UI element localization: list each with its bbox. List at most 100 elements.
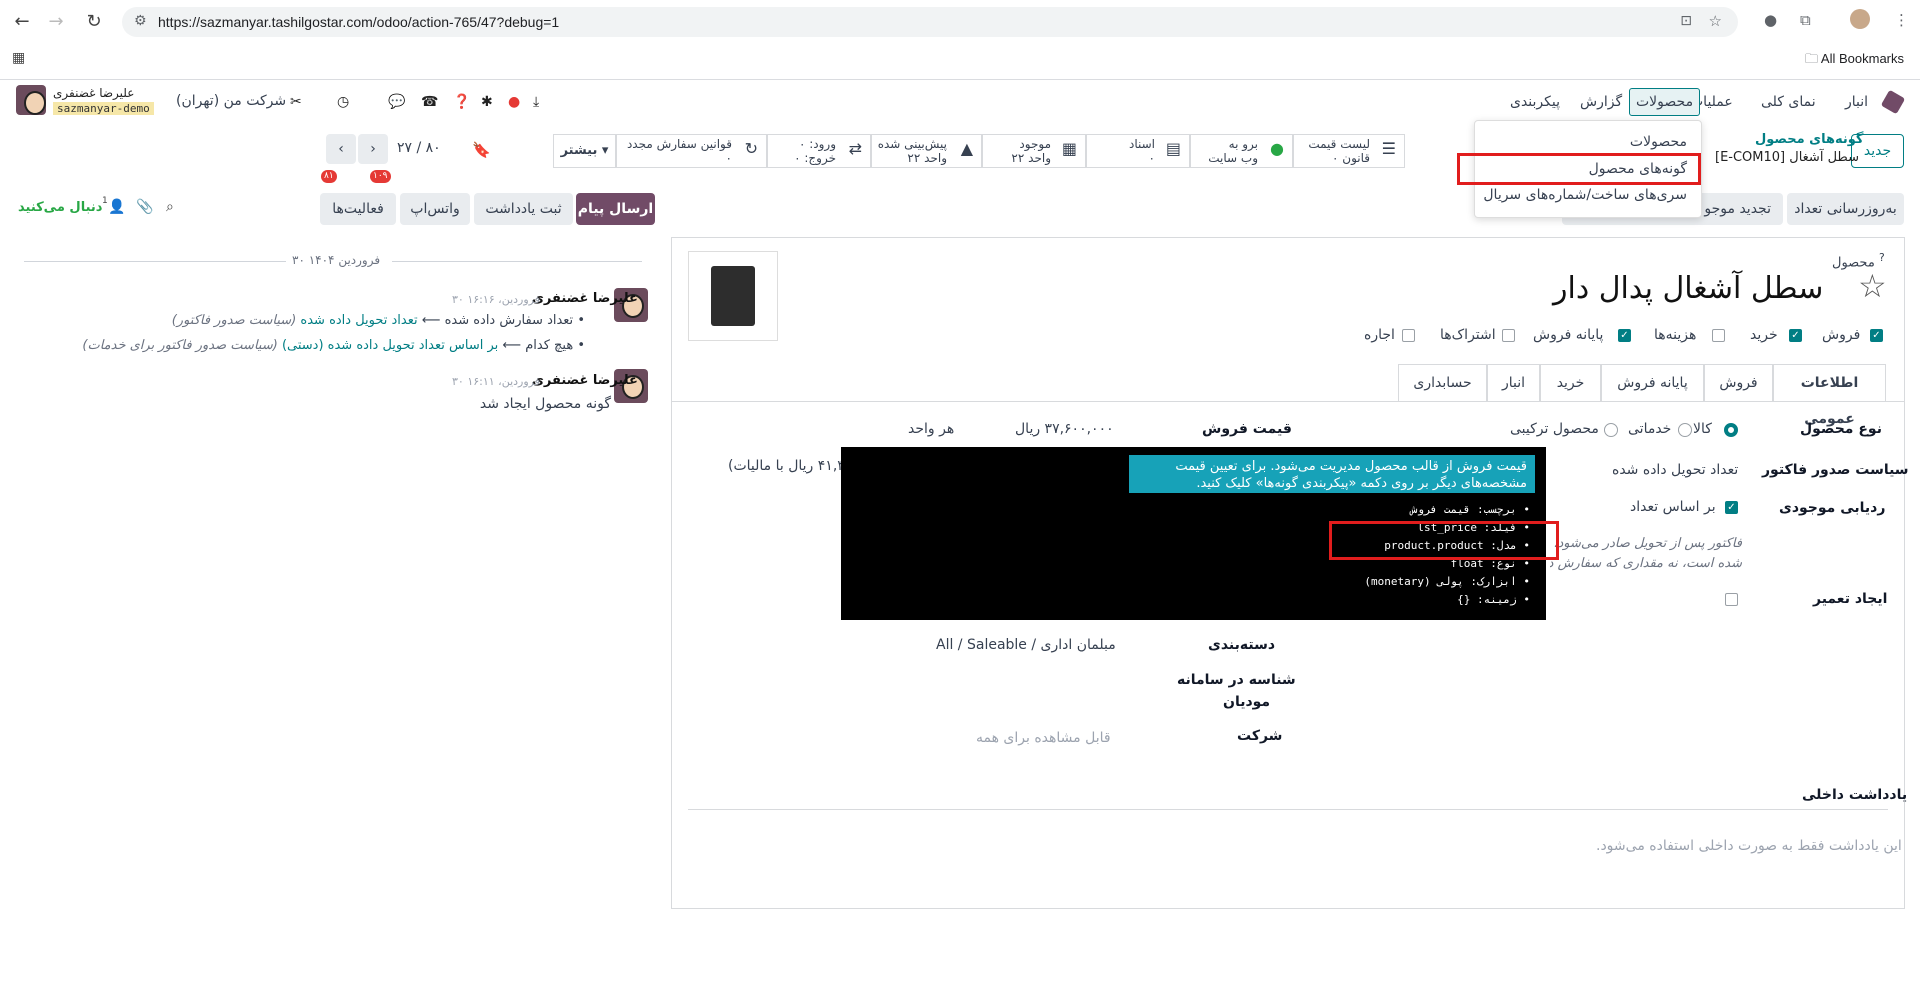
back-icon[interactable]: ← — [8, 10, 36, 34]
track-inventory-checkbox[interactable]: ✓ — [1725, 501, 1738, 514]
tab-inventory[interactable]: انبار — [1487, 364, 1540, 402]
tab-general-info[interactable]: اطلاعات عمومی — [1773, 364, 1886, 427]
db-badge: sazmanyar-demo — [53, 102, 154, 115]
message-time: ۳۰ فروردین، ۱۶:۱۱ — [452, 375, 541, 388]
update-quantity-button[interactable]: به‌روزرسانی تعداد — [1787, 193, 1904, 225]
search-icon[interactable]: ⌕ — [166, 199, 174, 215]
debug-bug-icon[interactable]: ✱ — [481, 94, 493, 110]
menu-overview[interactable]: نمای کلی — [1761, 94, 1816, 110]
tab-purchase[interactable]: خرید — [1540, 364, 1601, 402]
activities-clock-icon[interactable]: ◷ — [337, 94, 349, 110]
arrow-icon: ⟵ — [502, 338, 522, 353]
phone-icon[interactable]: ☎ — [421, 94, 438, 110]
extensions-puzzle-icon[interactable]: ⧉ — [1800, 11, 1811, 29]
product-name[interactable]: سطل آشغال پدال دار — [1553, 271, 1823, 306]
bookmark-icon[interactable]: 🔖 — [472, 141, 491, 159]
create-repair-checkbox[interactable] — [1725, 593, 1738, 606]
product-image[interactable] — [688, 251, 778, 341]
smart-website[interactable]: ● برو به وب سایت — [1190, 134, 1293, 168]
message-author[interactable]: علیرضا غضنفری — [532, 291, 638, 306]
smart-forecasted[interactable]: ▲ پیش‌بینی شده ۲۲ واحد — [871, 134, 982, 168]
purchase-ok-label: خرید — [1750, 327, 1778, 343]
smart-in-out[interactable]: ⇄ ورود: ۰ خروج: ۰ — [767, 134, 871, 168]
company-field[interactable]: قابل مشاهده برای همه — [976, 730, 1111, 746]
inventory-app-icon[interactable] — [1880, 89, 1906, 115]
per-unit-label: هر واحد — [908, 421, 955, 437]
type-goods-radio[interactable] — [1724, 423, 1738, 437]
settings-tools-icon[interactable]: ✂ — [290, 94, 302, 110]
dropdown-item-lots-serials[interactable]: سری‌های ساخت/شماره‌های سریال — [1483, 187, 1687, 203]
highlight-field-model — [1329, 521, 1559, 560]
more-button-label: بیشتر — [560, 143, 598, 158]
chrome-menu-icon[interactable]: ⋮ — [1894, 11, 1909, 29]
log-note-button[interactable]: ثبت یادداشت — [474, 193, 573, 225]
refresh-icon: ↻ — [744, 139, 758, 158]
subscriptions-checkbox[interactable] — [1502, 329, 1515, 342]
favorite-star-icon[interactable]: ☆ — [1858, 267, 1887, 305]
menu-products[interactable]: محصولات — [1629, 88, 1701, 116]
record-icon[interactable]: ● — [508, 94, 520, 110]
bookmark-star-icon[interactable]: ☆ — [1709, 12, 1722, 30]
all-bookmarks[interactable]: 🗀 All Bookmarks — [1805, 50, 1904, 72]
extension-icon[interactable]: ● — [1764, 11, 1777, 29]
sales-price-value[interactable]: ۳۷,۶۰۰,۰۰۰ ریال — [1015, 421, 1114, 437]
help-icon[interactable]: ❓ — [453, 94, 470, 110]
tab-sales[interactable]: فروش — [1704, 364, 1773, 402]
moadian-id-label-1: شناسه در سامانه — [1177, 672, 1296, 688]
pager-value[interactable]: ۲۷ / ۸۰ — [397, 140, 441, 156]
send-message-button[interactable]: ارسال پیام — [576, 193, 655, 225]
purchase-ok-checkbox[interactable]: ✓ — [1789, 329, 1802, 342]
tracking-field-name: (سیاست صدور فاکتور برای خدمات) — [82, 338, 278, 353]
category-value[interactable]: All / Saleable / مبلمان اداری — [936, 637, 1116, 653]
moadian-id-label-2: مودیان — [1223, 694, 1271, 710]
message-author[interactable]: علیرضا غضنفری — [532, 373, 638, 388]
user-avatar[interactable] — [16, 85, 46, 115]
menu-configuration[interactable]: پیکربندی — [1510, 94, 1560, 110]
type-service-radio[interactable] — [1678, 423, 1692, 437]
smart-documents-line2: ۰ — [1148, 151, 1155, 165]
smart-reordering[interactable]: ↻ قوانین سفارش مجدد ۰ — [616, 134, 767, 168]
pos-label: پایانه فروش — [1533, 327, 1604, 343]
internal-note-field[interactable]: این یادداشت فقط به صورت داخلی استفاده می… — [1596, 838, 1902, 854]
company-switcher[interactable]: شرکت من (تهران) — [176, 93, 286, 109]
smart-pricelist[interactable]: ☰ لیست قیمت ۰ قانون — [1293, 134, 1405, 168]
tabs-divider — [672, 401, 1904, 402]
smart-pricelist-line1: لیست قیمت — [1308, 137, 1370, 151]
tracking-old-value: هیچ کدام — [525, 338, 574, 353]
address-bar[interactable]: ⚙ https://sazmanyar.tashilgostar.com/odo… — [122, 7, 1738, 37]
install-app-icon[interactable]: ⊡ — [1680, 13, 1692, 29]
messages-icon[interactable]: 💬 — [388, 94, 405, 110]
sale-ok-checkbox[interactable]: ✓ — [1870, 329, 1883, 342]
smart-documents[interactable]: ▤ اسناد ۰ — [1086, 134, 1190, 168]
breadcrumb-parent[interactable]: گونه‌های محصول — [1755, 132, 1863, 147]
help-tooltip-icon[interactable]: ? — [1879, 251, 1885, 264]
smart-on-hand[interactable]: ▦ موجود ۲۲ واحد — [982, 134, 1086, 168]
profile-avatar[interactable] — [1850, 9, 1870, 29]
app-name[interactable]: انبار — [1845, 94, 1868, 110]
more-button[interactable]: بیشتر ▾ — [553, 134, 616, 168]
menu-reporting[interactable]: گزارش — [1580, 94, 1622, 110]
activities-button[interactable]: فعالیت‌ها — [320, 193, 396, 225]
paperclip-icon[interactable]: 📎 — [136, 199, 153, 215]
tab-pos[interactable]: پایانه فروش — [1601, 364, 1704, 402]
dropdown-item-products[interactable]: محصولات — [1630, 134, 1687, 150]
following-button[interactable]: دنبال می‌کنید — [18, 200, 102, 215]
forward-icon[interactable]: → — [42, 10, 70, 34]
all-bookmarks-label: All Bookmarks — [1820, 51, 1904, 66]
followers-icon[interactable]: 👤 — [108, 199, 125, 215]
pos-checkbox[interactable]: ✓ — [1618, 329, 1631, 342]
exchange-icon: ⇄ — [848, 139, 862, 158]
apps-grid-icon[interactable]: ▦ — [12, 50, 25, 66]
download-icon[interactable]: ⤓ — [533, 94, 539, 110]
pager-next-button[interactable]: › — [358, 134, 388, 164]
invoice-policy-value[interactable]: تعداد تحویل داده شده — [1612, 462, 1738, 478]
whatsapp-button[interactable]: واتس‌اپ — [400, 193, 470, 225]
tab-accounting[interactable]: حسابداری — [1398, 364, 1487, 402]
type-combo-radio[interactable] — [1604, 423, 1618, 437]
track-inventory-value: بر اساس تعداد — [1630, 499, 1716, 515]
site-info-icon[interactable]: ⚙ — [134, 13, 147, 29]
expenses-checkbox[interactable] — [1712, 329, 1725, 342]
pager-prev-button[interactable]: ‹ — [326, 134, 356, 164]
rental-checkbox[interactable] — [1402, 329, 1415, 342]
reload-icon[interactable]: ↻ — [80, 10, 108, 34]
